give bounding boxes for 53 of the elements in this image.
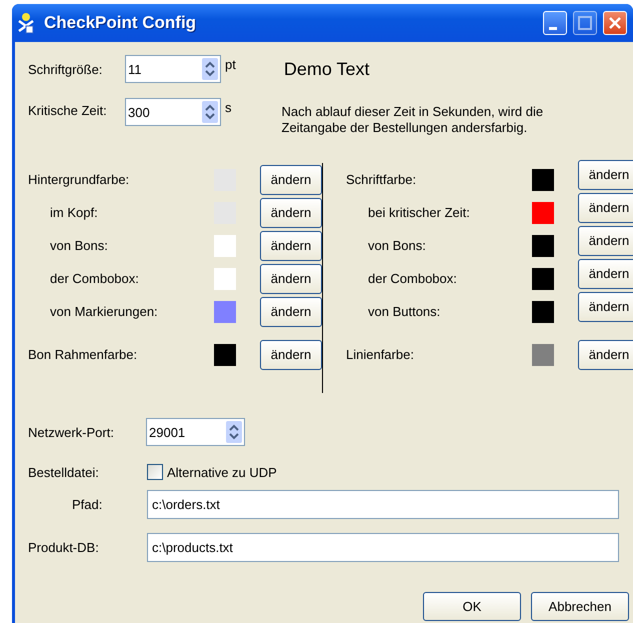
- color-label: von Buttons:: [367, 304, 442, 319]
- color-label: der Combobox:: [367, 271, 458, 286]
- change-button[interactable]: ändern: [578, 258, 633, 288]
- change-button[interactable]: ändern: [260, 340, 322, 370]
- path-field[interactable]: c:\orders.txt: [147, 490, 619, 519]
- ok-button[interactable]: OK: [423, 592, 521, 621]
- window-title: CheckPoint Config: [44, 13, 198, 33]
- path-label: Pfad:: [71, 497, 104, 512]
- color-label: Linienfarbe:: [346, 347, 415, 362]
- order-file-label: Bestelldatei:: [28, 464, 100, 480]
- cancel-button[interactable]: Abbrechen: [531, 592, 629, 621]
- hint-text: Nach ablauf dieser Zeit in Sekunden, wird die Zeitangabe der Bestellungen andersfarbig.: [282, 104, 544, 136]
- spin-arrows-icon[interactable]: [202, 58, 218, 80]
- product-db-label: Produkt-DB:: [28, 540, 100, 555]
- change-button[interactable]: ändern: [578, 160, 633, 190]
- change-button[interactable]: ändern: [260, 198, 322, 228]
- color-label: von Bons:: [49, 238, 109, 253]
- color-label: Schriftfarbe:: [346, 172, 418, 187]
- critical-time-label: Kritische Zeit:: [28, 103, 108, 118]
- color-label: der Combobox:: [49, 271, 140, 286]
- color-label: Hintergrundfarbe:: [28, 172, 130, 187]
- change-button[interactable]: ändern: [260, 296, 322, 326]
- spin-arrows-icon[interactable]: [226, 421, 242, 443]
- close-button[interactable]: [603, 11, 627, 35]
- color-label: bei kritischer Zeit:: [367, 205, 471, 220]
- color-label: Bon Rahmenfarbe:: [28, 347, 138, 362]
- checkbox-label[interactable]: Alternative zu UDP: [167, 464, 277, 480]
- change-button[interactable]: ändern: [578, 192, 633, 222]
- maximize-button[interactable]: [573, 11, 597, 35]
- critical-time-spinner[interactable]: 300: [125, 98, 221, 126]
- spin-arrows-icon[interactable]: [202, 101, 218, 123]
- minimize-icon: [549, 26, 557, 30]
- change-button[interactable]: ändern: [260, 230, 322, 260]
- color-label: von Bons:: [367, 238, 427, 253]
- change-button[interactable]: ändern: [578, 340, 633, 370]
- color-label: im Kopf:: [49, 205, 99, 220]
- port-label: Netzwerk-Port:: [28, 424, 115, 440]
- color-label: von Markierungen:: [49, 304, 159, 319]
- change-button[interactable]: ändern: [578, 292, 633, 322]
- font-size-spinner[interactable]: 11: [125, 55, 221, 83]
- close-icon: [608, 16, 622, 30]
- product-db-field[interactable]: c:\products.txt: [147, 533, 619, 562]
- unit-label: pt: [225, 57, 236, 72]
- port-spinner[interactable]: 29001: [146, 418, 245, 446]
- change-button[interactable]: ändern: [260, 164, 322, 194]
- demo-text: Demo Text: [284, 58, 370, 80]
- change-button[interactable]: ändern: [260, 264, 322, 294]
- change-button[interactable]: ändern: [578, 226, 633, 256]
- unit-label: s: [225, 100, 232, 115]
- maximize-icon: [578, 16, 592, 30]
- minimize-button[interactable]: [543, 11, 567, 35]
- checkbox[interactable]: [147, 464, 163, 480]
- font-size-label: Schriftgröße:: [28, 62, 104, 76]
